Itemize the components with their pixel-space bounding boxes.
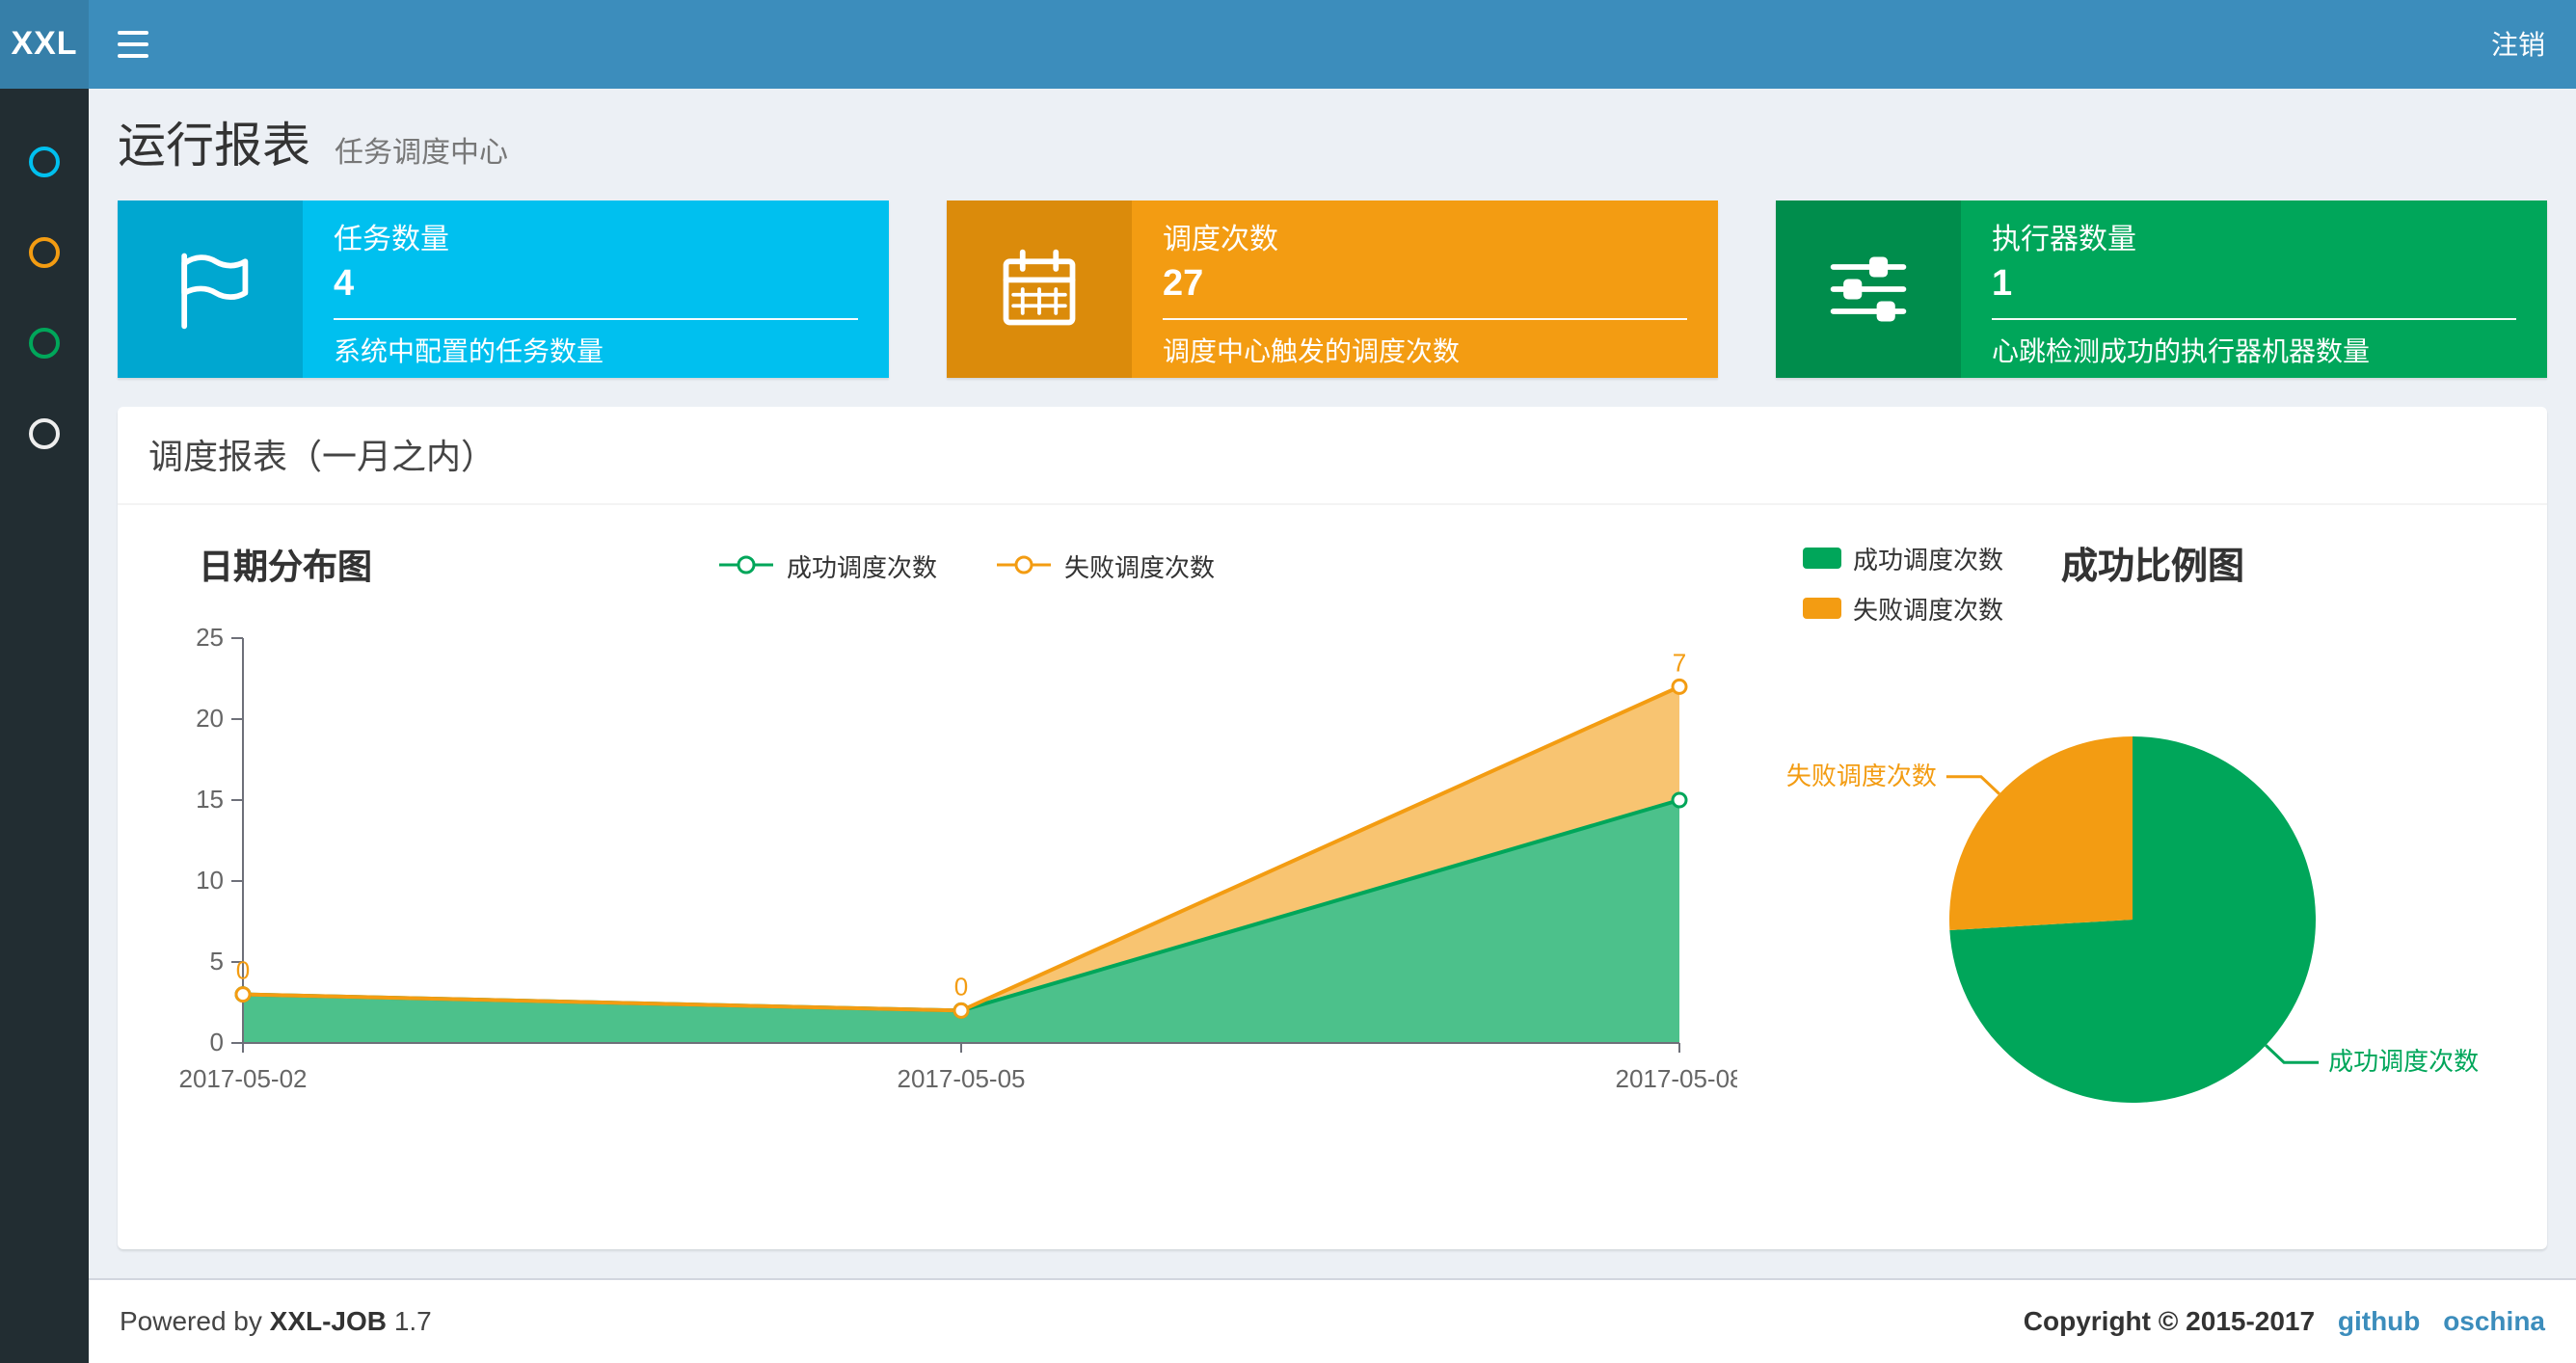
info-box-title: 任务数量: [334, 224, 450, 256]
page-header: 运行报表 任务调度中心: [118, 108, 2547, 177]
flag-icon-svg: [181, 253, 249, 330]
svg-text:2017-05-08: 2017-05-08: [1616, 1064, 1738, 1093]
app-logo[interactable]: XXL: [0, 0, 89, 89]
sidebar: [0, 89, 89, 1363]
line-legend-marker: [718, 555, 773, 575]
line-chart-title: 日期分布图: [199, 548, 372, 586]
navbar-main: 注销: [89, 0, 2576, 89]
pie-chart-svg: 成功调度次数 失败调度次数: [1786, 736, 2479, 1103]
legend-swatch: [1803, 598, 1841, 619]
sliders-icon: [1776, 200, 1961, 378]
legend-item-fail[interactable]: 失败调度次数: [1803, 590, 2003, 627]
pie-chart-legend: 成功调度次数 失败调度次数: [1803, 540, 2003, 627]
svg-text:0: 0: [954, 972, 968, 1001]
info-box-body: 任务数量 4 系统中配置的任务数量: [303, 200, 889, 378]
calendar-icon-svg: [1003, 249, 1076, 326]
info-box-executors: 执行器数量 1 心跳检测成功的执行器机器数量: [1776, 200, 2547, 378]
info-box-title: 调度次数: [1163, 224, 1279, 256]
powered-prefix: Powered by: [120, 1305, 262, 1336]
divider: [1163, 318, 1687, 320]
line-legend-marker: [997, 555, 1051, 575]
info-box-body: 调度次数 27 调度中心触发的调度次数: [1132, 200, 1718, 378]
svg-text:10: 10: [196, 866, 224, 895]
info-box-row: 任务数量 4 系统中配置的任务数量 调度次数 27 调度中心触发的调度次数 执行…: [118, 200, 2547, 378]
circle-icon: [29, 236, 60, 267]
svg-text:失败调度次数: 失败调度次数: [1786, 762, 1937, 790]
legend-item-fail[interactable]: 失败调度次数: [995, 547, 1215, 583]
info-box-triggers: 调度次数 27 调度中心触发的调度次数: [947, 200, 1718, 378]
app-window: XXL 注销 运行报表 任务调度中心 任务数量 4 系统中配置的任务数量 调度次…: [0, 0, 2576, 1363]
line-chart-head: 日期分布图 成功调度次数 失败调度次数: [156, 536, 1776, 594]
circle-icon: [29, 146, 60, 176]
date-distribution-chart: 0 5 10 15 20 25 2017-05-02 2017-05-05 2017-05-08…: [156, 609, 1776, 1128]
info-box-description: 心跳检测成功的执行器机器数量: [1992, 335, 2370, 366]
legend-label: 成功调度次数: [786, 552, 937, 581]
flag-icon: [118, 200, 303, 378]
legend-swatch: [1803, 548, 1841, 569]
panel-header: 调度报表（一月之内）: [118, 407, 2547, 505]
hamburger-bar: [118, 42, 148, 46]
circle-icon: [29, 417, 60, 448]
legend-label: 失败调度次数: [1064, 552, 1216, 581]
info-box-value: 1: [1992, 264, 2013, 305]
svg-text:15: 15: [196, 785, 224, 814]
svg-text:5: 5: [210, 947, 224, 975]
sidebar-item-2[interactable]: [0, 206, 89, 297]
copyright-text: Copyright © 2015-2017: [2023, 1305, 2316, 1336]
panel-body: 日期分布图 成功调度次数 失败调度次数 0 5 10 15 20 25 2017…: [118, 505, 2547, 1249]
info-box-description: 系统中配置的任务数量: [334, 335, 604, 366]
svg-text:成功调度次数: 成功调度次数: [2328, 1047, 2479, 1076]
line-chart-svg: 05101520252017-05-02 2017-05-05 2017-05-08…: [179, 623, 1744, 1093]
hamburger-bar: [118, 54, 148, 58]
github-link[interactable]: github: [2338, 1305, 2421, 1336]
sidebar-toggle-button[interactable]: [89, 0, 177, 89]
main-content: 运行报表 任务调度中心 任务数量 4 系统中配置的任务数量 调度次数 27 调度…: [89, 0, 2576, 1278]
sliders-icon-svg: [1830, 256, 1907, 322]
top-navbar: XXL 注销: [0, 0, 2576, 89]
divider: [334, 318, 858, 320]
info-box-title: 执行器数量: [1992, 224, 2137, 256]
info-box-body: 执行器数量 1 心跳检测成功的执行器机器数量: [1961, 200, 2547, 378]
product-name: XXL-JOB: [269, 1305, 388, 1336]
footer-powered-by: Powered by XXL-JOB 1.7: [120, 1305, 432, 1338]
svg-text:25: 25: [196, 623, 224, 652]
sidebar-item-4[interactable]: [0, 388, 89, 478]
sidebar-item-1[interactable]: [0, 116, 89, 206]
page-title: 运行报表: [118, 120, 311, 174]
info-box-value: 27: [1163, 264, 1204, 305]
info-box-description: 调度中心触发的调度次数: [1163, 335, 1460, 366]
svg-text:2017-05-02: 2017-05-02: [179, 1064, 308, 1093]
panel-title: 调度报表（一月之内）: [148, 438, 496, 476]
svg-text:2017-05-05: 2017-05-05: [898, 1064, 1026, 1093]
svg-text:0: 0: [210, 1028, 224, 1056]
sidebar-item-3[interactable]: [0, 297, 89, 388]
footer-copyright: Copyright © 2015-2017 github oschina: [2024, 1305, 2545, 1338]
calendar-icon: [947, 200, 1132, 378]
svg-text:7: 7: [1673, 648, 1686, 677]
legend-label: 成功调度次数: [1853, 546, 2004, 575]
logout-link[interactable]: 注销: [2460, 25, 2576, 64]
product-version: 1.7: [393, 1305, 432, 1336]
page-subtitle: 任务调度中心: [334, 137, 508, 170]
line-chart-legend: 成功调度次数 失败调度次数: [717, 547, 1215, 583]
pie-chart-head: 成功调度次数 失败调度次数 成功比例图: [1776, 536, 2509, 627]
svg-text:20: 20: [196, 704, 224, 733]
hamburger-bar: [118, 31, 148, 35]
date-distribution-section: 日期分布图 成功调度次数 失败调度次数 0 5 10 15 20 25 2017…: [156, 536, 1776, 1215]
divider: [1992, 318, 2516, 320]
footer: Powered by XXL-JOB 1.7 Copyright © 2015-…: [89, 1278, 2576, 1363]
success-ratio-chart: 成功调度次数 失败调度次数: [1776, 627, 2509, 1215]
circle-icon: [29, 327, 60, 358]
success-ratio-section: 成功调度次数 失败调度次数 成功比例图 成功调度次数 失败调度次数: [1776, 536, 2509, 1215]
legend-item-success[interactable]: 成功调度次数: [1803, 540, 2003, 576]
svg-text:0: 0: [236, 956, 250, 985]
pie-chart-title: 成功比例图: [2061, 548, 2245, 588]
legend-item-success[interactable]: 成功调度次数: [717, 547, 937, 583]
info-box-jobs: 任务数量 4 系统中配置的任务数量: [118, 200, 889, 378]
info-box-value: 4: [334, 264, 355, 305]
report-panel: 调度报表（一月之内） 日期分布图 成功调度次数 失败调度次数 0 5 10 15…: [118, 407, 2547, 1249]
legend-label: 失败调度次数: [1853, 596, 2004, 625]
oschina-link[interactable]: oschina: [2443, 1305, 2545, 1336]
